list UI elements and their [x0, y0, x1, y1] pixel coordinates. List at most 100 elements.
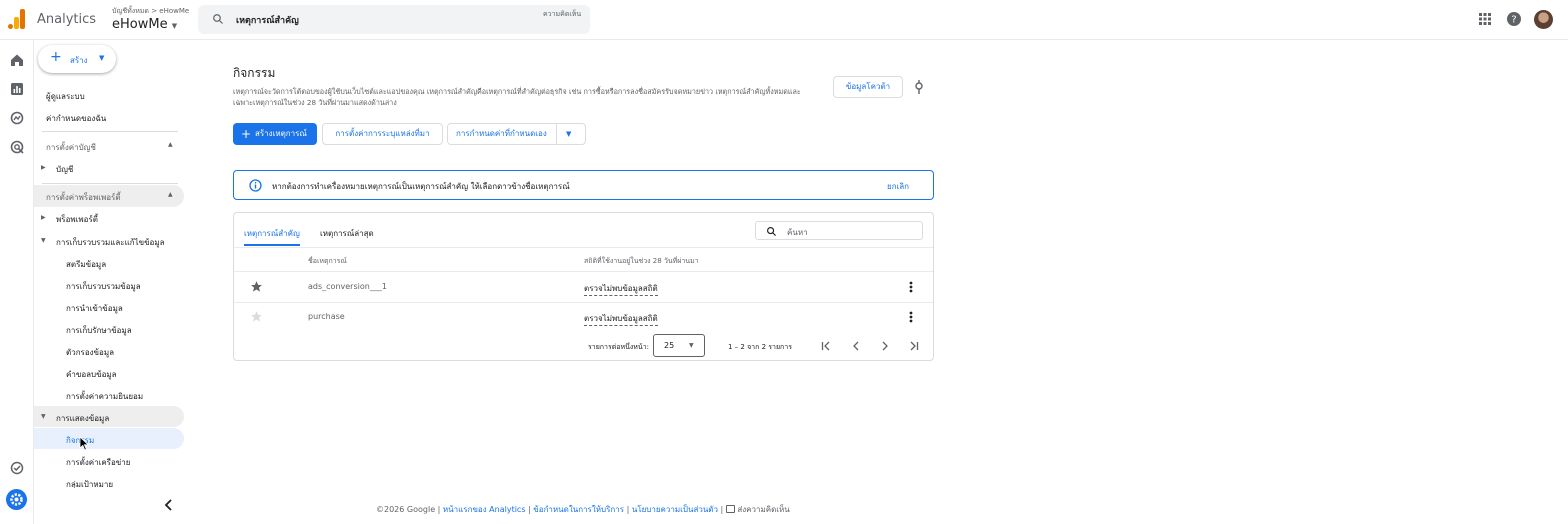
- admin-sidebar: + สร้าง ▼ ผู้ดูแลระบบ ค่ากำหนดของฉัน การ…: [34, 40, 194, 524]
- column-header-name[interactable]: ชื่อเหตุการณ์: [308, 256, 347, 267]
- search-bar[interactable]: เหตุการณ์สำคัญ ความคิดเห็น: [198, 5, 590, 34]
- section-property-settings[interactable]: การตั้งค่าพร็อพเพอร์ตี้: [46, 191, 121, 204]
- footer-sep: |: [528, 505, 531, 514]
- sidebar-item-data-streams[interactable]: สตรีมข้อมูล: [66, 258, 106, 271]
- event-name: purchase: [308, 312, 345, 321]
- more-vert-icon[interactable]: [909, 311, 913, 323]
- table-row: purchase ตรวจไม่พบข้อมูลสถิติ: [234, 303, 933, 331]
- star-filled-icon[interactable]: [250, 280, 263, 293]
- pagination-range: 1 – 2 จาก 2 รายการ: [728, 343, 792, 351]
- footer: ©2026 Google | หน้าแรกของ Analytics | ข้…: [376, 503, 790, 516]
- app-name: Analytics: [37, 12, 97, 27]
- account-picker[interactable]: eHowMe ▼: [112, 17, 177, 32]
- sidebar-item-data-retention[interactable]: การเก็บรักษาข้อมูล: [66, 324, 132, 337]
- footer-link-terms[interactable]: ข้อกำหนดในการให้บริการ: [533, 505, 624, 514]
- admin-gear-icon[interactable]: [6, 489, 27, 510]
- chevron-up-icon[interactable]: ▲: [168, 191, 173, 198]
- sidebar-item-my-settings[interactable]: ค่ากำหนดของฉัน: [46, 112, 106, 125]
- sidebar-group-data-collection[interactable]: การเก็บรวบรวมและแก้ไขข้อมูล: [56, 236, 165, 249]
- insights-icon[interactable]: [914, 80, 924, 94]
- reports-icon[interactable]: [10, 82, 24, 96]
- rows-per-page-value: 25: [664, 341, 675, 350]
- events-table-card: เหตุการณ์สำคัญ เหตุการณ์ล่าสุด ค้นหา ชื่…: [233, 212, 934, 361]
- chevron-up-icon[interactable]: ▲: [168, 141, 173, 148]
- sidebar-item-data-collection[interactable]: การเก็บรวบรวมข้อมูล: [66, 280, 141, 293]
- plus-icon: +: [50, 49, 62, 65]
- page-title: กิจกรรม: [233, 66, 276, 80]
- star-outline-icon[interactable]: [250, 310, 263, 323]
- info-banner: หากต้องการทำเครื่องหมายเหตุการณ์เป็นเหตุ…: [233, 170, 934, 200]
- divider: [42, 183, 178, 184]
- rows-per-page-select[interactable]: 25 ▼: [653, 334, 705, 357]
- next-page-icon[interactable]: [880, 341, 890, 351]
- sidebar-item-data-filters[interactable]: ตัวกรองข้อมูล: [66, 346, 114, 359]
- tab-active-indicator: [244, 244, 300, 246]
- caret-down-icon[interactable]: ▼: [566, 124, 571, 144]
- advertising-icon[interactable]: [10, 140, 24, 154]
- page-description: เหตุการณ์จะวัดการโต้ตอบของผู้ใช้บนเว็บไซ…: [233, 87, 801, 107]
- previous-page-icon[interactable]: [851, 341, 861, 351]
- create-event-button[interactable]: + สร้างเหตุการณ์: [233, 123, 317, 145]
- chevron-left-icon[interactable]: [164, 499, 172, 511]
- more-vert-icon[interactable]: [909, 281, 913, 293]
- footer-link-home[interactable]: หน้าแรกของ Analytics: [443, 505, 526, 514]
- sidebar-item-data-deletion[interactable]: คำขอลบข้อมูล: [66, 368, 117, 381]
- configure-icon[interactable]: [10, 461, 24, 475]
- search-feedback-hint[interactable]: ความคิดเห็น: [543, 10, 583, 19]
- sidebar-item-admin[interactable]: ผู้ดูแลระบบ: [46, 90, 85, 103]
- triangle-down-icon[interactable]: ▼: [41, 413, 46, 420]
- section-account-settings[interactable]: การตั้งค่าบัญชี: [46, 141, 96, 154]
- sidebar-item-consent-settings[interactable]: การตั้งค่าความยินยอม: [66, 390, 143, 403]
- table-search[interactable]: ค้นหา: [755, 221, 923, 240]
- table-row: ads_conversion___1 ตรวจไม่พบข้อมูลสถิติ: [234, 272, 933, 302]
- caret-down-icon: ▼: [99, 54, 105, 62]
- explore-icon[interactable]: [10, 111, 24, 125]
- top-app-bar: Analytics บัญชีทั้งหมด > eHowMe eHowMe ▼…: [0, 0, 1568, 40]
- footer-sep: |: [720, 505, 724, 514]
- search-icon: [767, 227, 777, 237]
- custom-definitions-button[interactable]: การกำหนดค่าที่กำหนดเอง ▼: [447, 123, 586, 145]
- svg-text:?: ?: [1511, 15, 1516, 26]
- create-event-label: สร้างเหตุการณ์: [255, 129, 307, 138]
- home-icon[interactable]: [10, 53, 24, 67]
- tab-key-events[interactable]: เหตุการณ์สำคัญ: [244, 227, 300, 240]
- rows-per-page-label: รายการต่อหนึ่งหน้า:: [588, 343, 649, 351]
- quota-info-button[interactable]: ข้อมูลโควต้า: [833, 76, 903, 98]
- banner-dismiss-button[interactable]: ยกเลิก: [887, 180, 909, 193]
- last-page-icon[interactable]: [909, 341, 919, 351]
- footer-sep: |: [626, 505, 630, 514]
- search-icon: [213, 14, 223, 24]
- column-header-status[interactable]: สถิติที่ใช้งานอยู่ในช่วง 28 วันที่ผ่านมา: [584, 256, 699, 267]
- analytics-logo[interactable]: [8, 9, 26, 29]
- footer-link-privacy[interactable]: นโยบายความเป็นส่วนตัว: [632, 505, 718, 514]
- tab-recent-events[interactable]: เหตุการณ์ล่าสุด: [320, 227, 374, 240]
- sidebar-item-property[interactable]: พร็อพเพอร์ตี้: [56, 213, 98, 226]
- triangle-down-icon[interactable]: ▼: [41, 237, 46, 244]
- event-status[interactable]: ตรวจไม่พบข้อมูลสถิติ: [584, 282, 658, 296]
- help-icon[interactable]: ?: [1507, 12, 1521, 26]
- sidebar-item-account[interactable]: บัญชี: [56, 163, 73, 176]
- divider: [234, 247, 933, 248]
- feedback-icon: [725, 505, 735, 513]
- plus-icon: +: [241, 127, 252, 141]
- triangle-right-icon[interactable]: ▶: [41, 214, 46, 221]
- selected-item-bg: [34, 428, 184, 449]
- first-page-icon[interactable]: [821, 341, 831, 351]
- split-divider: [556, 124, 557, 144]
- footer-feedback[interactable]: ส่งความคิดเห็น: [737, 505, 789, 514]
- navigation-rail: [0, 40, 34, 524]
- event-status[interactable]: ตรวจไม่พบข้อมูลสถิติ: [584, 312, 658, 326]
- apps-grid-icon[interactable]: [1479, 13, 1491, 25]
- sidebar-group-data-display[interactable]: การแสดงข้อมูล: [56, 412, 109, 425]
- search-input[interactable]: เหตุการณ์สำคัญ: [236, 13, 299, 27]
- create-button[interactable]: + สร้าง ▼: [38, 45, 116, 73]
- banner-text: หากต้องการทำเครื่องหมายเหตุการณ์เป็นเหตุ…: [272, 182, 570, 191]
- attribution-settings-button[interactable]: การตั้งค่าการระบุแหล่งที่มา: [322, 123, 443, 145]
- account-breadcrumb[interactable]: บัญชีทั้งหมด > eHowMe: [112, 6, 189, 17]
- sidebar-item-network-settings[interactable]: การตั้งค่าเครือข่าย: [66, 456, 130, 469]
- sidebar-item-data-import[interactable]: การนำเข้าข้อมูล: [66, 302, 123, 315]
- avatar[interactable]: [1534, 10, 1553, 29]
- triangle-right-icon[interactable]: ▶: [41, 164, 46, 171]
- table-search-input[interactable]: ค้นหา: [787, 226, 808, 239]
- info-icon: [249, 179, 262, 192]
